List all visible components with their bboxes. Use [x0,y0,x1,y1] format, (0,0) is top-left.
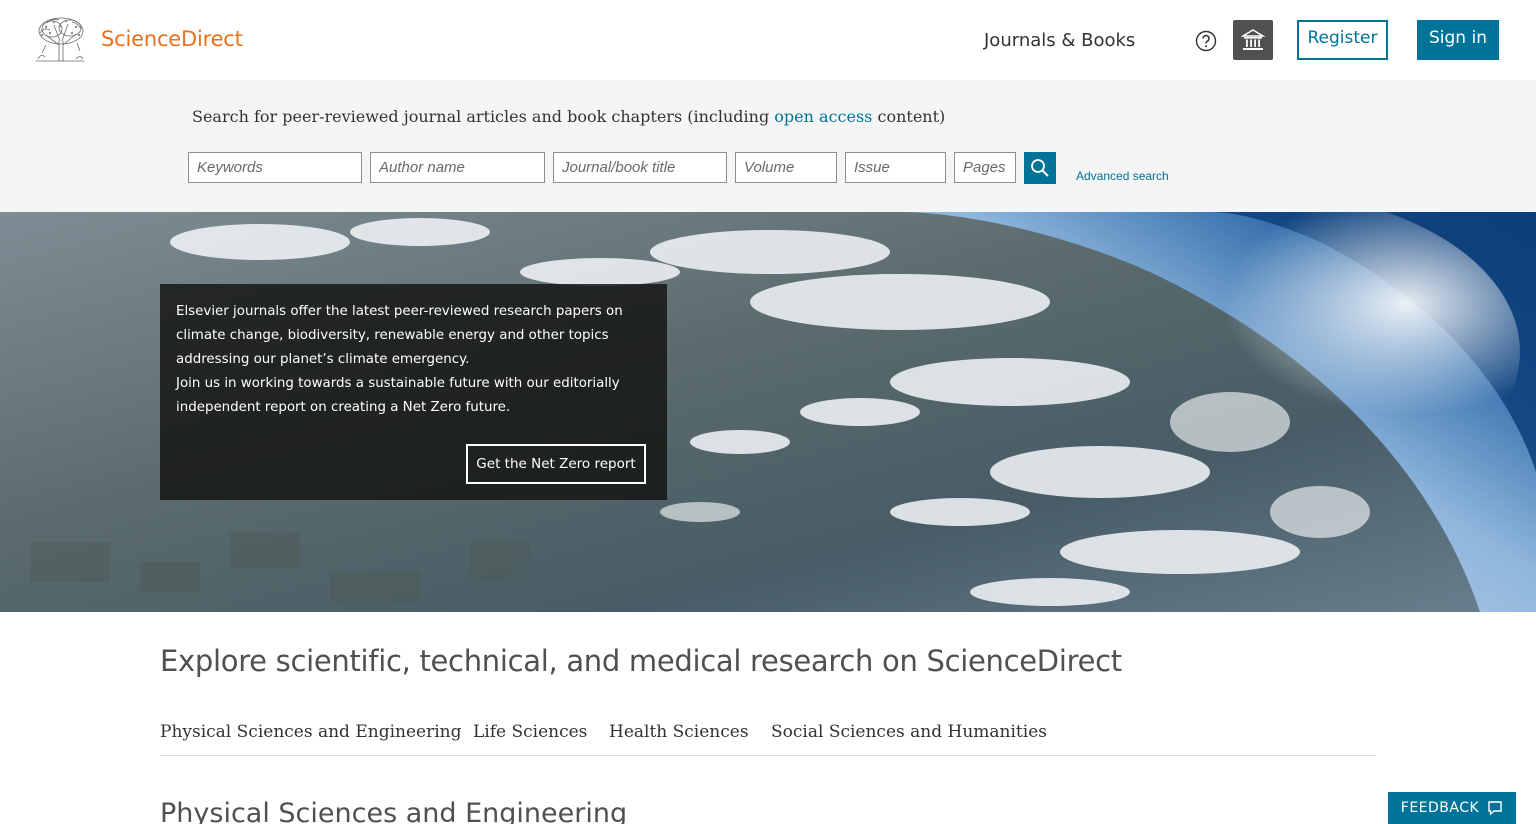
explore-heading: Explore scientific, technical, and medic… [160,644,1122,678]
issue-input[interactable] [845,152,946,183]
search-intro-suffix: content) [877,107,946,126]
tab-social-sciences[interactable]: Social Sciences and Humanities [771,722,1047,742]
register-button[interactable]: Register [1297,20,1388,60]
sign-in-button[interactable]: Sign in [1417,20,1499,60]
subject-tabs: Physical Sciences and Engineering Life S… [160,720,1376,756]
pages-input[interactable] [954,152,1016,183]
volume-input[interactable] [735,152,837,183]
elsevier-logo-icon[interactable] [32,15,88,65]
promo-text: Elsevier journals offer the latest peer-… [176,300,646,420]
open-access-link[interactable]: open access [774,107,872,126]
get-net-zero-report-button[interactable]: Get the Net Zero report [466,444,646,484]
journals-books-link[interactable]: Journals & Books [984,30,1135,51]
speech-bubble-icon [1488,801,1502,816]
advanced-search-link[interactable]: Advanced search [1076,169,1169,183]
net-zero-promo: Elsevier journals offer the latest peer-… [160,284,667,500]
search-intro-prefix: Search for peer-reviewed journal article… [192,107,770,126]
institution-icon [1241,29,1265,50]
journal-book-title-input[interactable] [553,152,727,183]
promo-paragraph-2: Join us in working towards a sustainable… [176,376,620,415]
feedback-button[interactable]: FEEDBACK [1388,792,1516,824]
site-header: ScienceDirect Journals & Books Register … [0,0,1536,80]
search-intro-text: Search for peer-reviewed journal article… [192,107,945,126]
search-icon [1031,159,1049,177]
hero-banner: Elsevier journals offer the latest peer-… [0,212,1536,612]
search-submit-button[interactable] [1024,152,1056,184]
keywords-input[interactable] [188,152,362,183]
quick-search-band: Search for peer-reviewed journal article… [0,80,1536,212]
promo-paragraph-1: Elsevier journals offer the latest peer-… [176,304,623,367]
brand-name[interactable]: ScienceDirect [101,27,243,51]
section-heading: Physical Sciences and Engineering [160,798,628,824]
tab-physical-sciences[interactable]: Physical Sciences and Engineering [160,722,461,742]
feedback-label: FEEDBACK [1400,800,1480,816]
tab-health-sciences[interactable]: Health Sciences [609,722,749,742]
author-name-input[interactable] [370,152,545,183]
institution-button[interactable] [1233,20,1273,60]
help-circle-icon[interactable] [1195,30,1217,52]
tab-life-sciences[interactable]: Life Sciences [473,722,587,742]
